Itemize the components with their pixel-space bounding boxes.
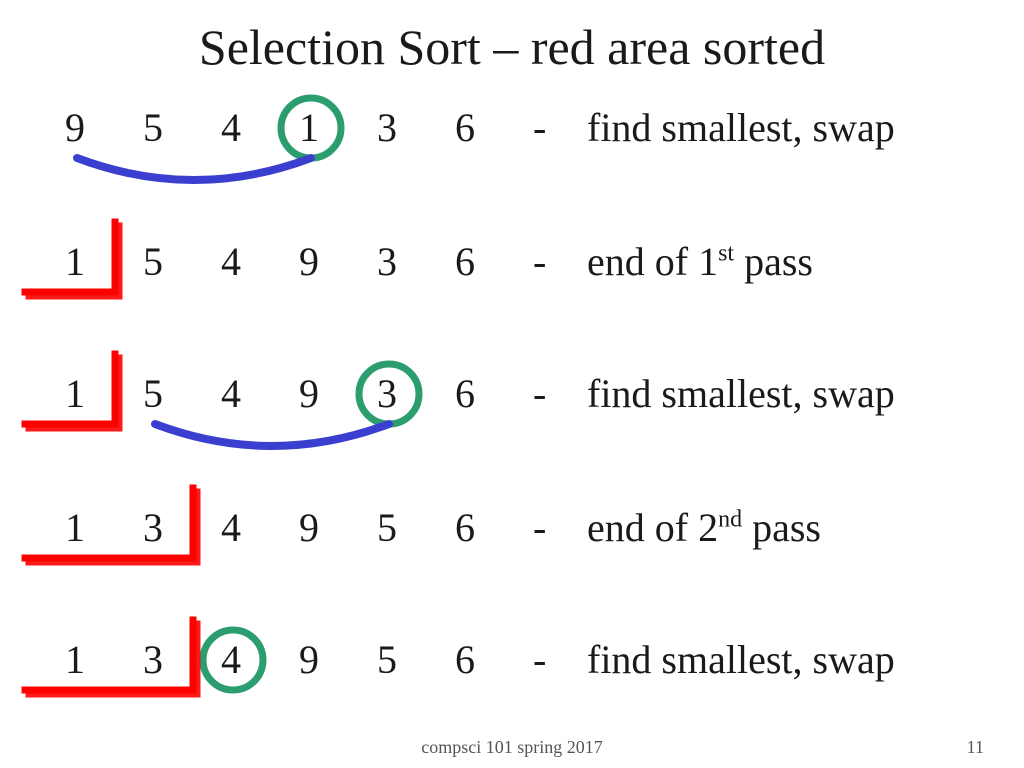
row-0: 954136-find smallest, swap — [65, 104, 895, 151]
cell-2-2: 4 — [221, 370, 299, 417]
cell-3-0: 1 — [65, 504, 143, 551]
cell-0-4: 3 — [377, 104, 455, 151]
cell-0-5: 6 — [455, 104, 533, 151]
cell-3-2: 4 — [221, 504, 299, 551]
cell-1-0: 1 — [65, 238, 143, 285]
swap-arc-icon — [155, 424, 389, 446]
cell-4-2: 4 — [221, 636, 299, 683]
page-number: 11 — [967, 737, 984, 758]
caption-0: find smallest, swap — [587, 104, 895, 151]
cell-0-3: 1 — [299, 104, 377, 151]
swap-arc-icon — [77, 158, 311, 180]
dash-1: - — [533, 238, 587, 285]
slide: Selection Sort – red area sorted 954136-… — [0, 0, 1024, 768]
caption-2: find smallest, swap — [587, 370, 895, 417]
dash-0: - — [533, 104, 587, 151]
cell-3-4: 5 — [377, 504, 455, 551]
dash-4: - — [533, 636, 587, 683]
cell-4-4: 5 — [377, 636, 455, 683]
cell-2-1: 5 — [143, 370, 221, 417]
cell-1-1: 5 — [143, 238, 221, 285]
row-4: 134956-find smallest, swap — [65, 636, 895, 683]
dash-3: - — [533, 504, 587, 551]
cell-3-3: 9 — [299, 504, 377, 551]
caption-1: end of 1st pass — [587, 238, 813, 285]
cell-1-4: 3 — [377, 238, 455, 285]
cell-2-0: 1 — [65, 370, 143, 417]
cell-1-5: 6 — [455, 238, 533, 285]
caption-4: find smallest, swap — [587, 636, 895, 683]
row-2: 154936-find smallest, swap — [65, 370, 895, 417]
caption-3: end of 2nd pass — [587, 504, 821, 551]
cell-3-1: 3 — [143, 504, 221, 551]
cell-4-1: 3 — [143, 636, 221, 683]
cell-4-3: 9 — [299, 636, 377, 683]
cell-1-2: 4 — [221, 238, 299, 285]
cell-1-3: 9 — [299, 238, 377, 285]
cell-3-5: 6 — [455, 504, 533, 551]
cell-0-0: 9 — [65, 104, 143, 151]
footer-course: compsci 101 spring 2017 — [0, 737, 1024, 758]
row-3: 134956-end of 2nd pass — [65, 504, 821, 551]
cell-2-5: 6 — [455, 370, 533, 417]
cell-2-4: 3 — [377, 370, 455, 417]
row-1: 154936-end of 1st pass — [65, 238, 813, 285]
cell-0-1: 5 — [143, 104, 221, 151]
dash-2: - — [533, 370, 587, 417]
cell-2-3: 9 — [299, 370, 377, 417]
slide-title: Selection Sort – red area sorted — [0, 18, 1024, 76]
cell-0-2: 4 — [221, 104, 299, 151]
cell-4-5: 6 — [455, 636, 533, 683]
cell-4-0: 1 — [65, 636, 143, 683]
